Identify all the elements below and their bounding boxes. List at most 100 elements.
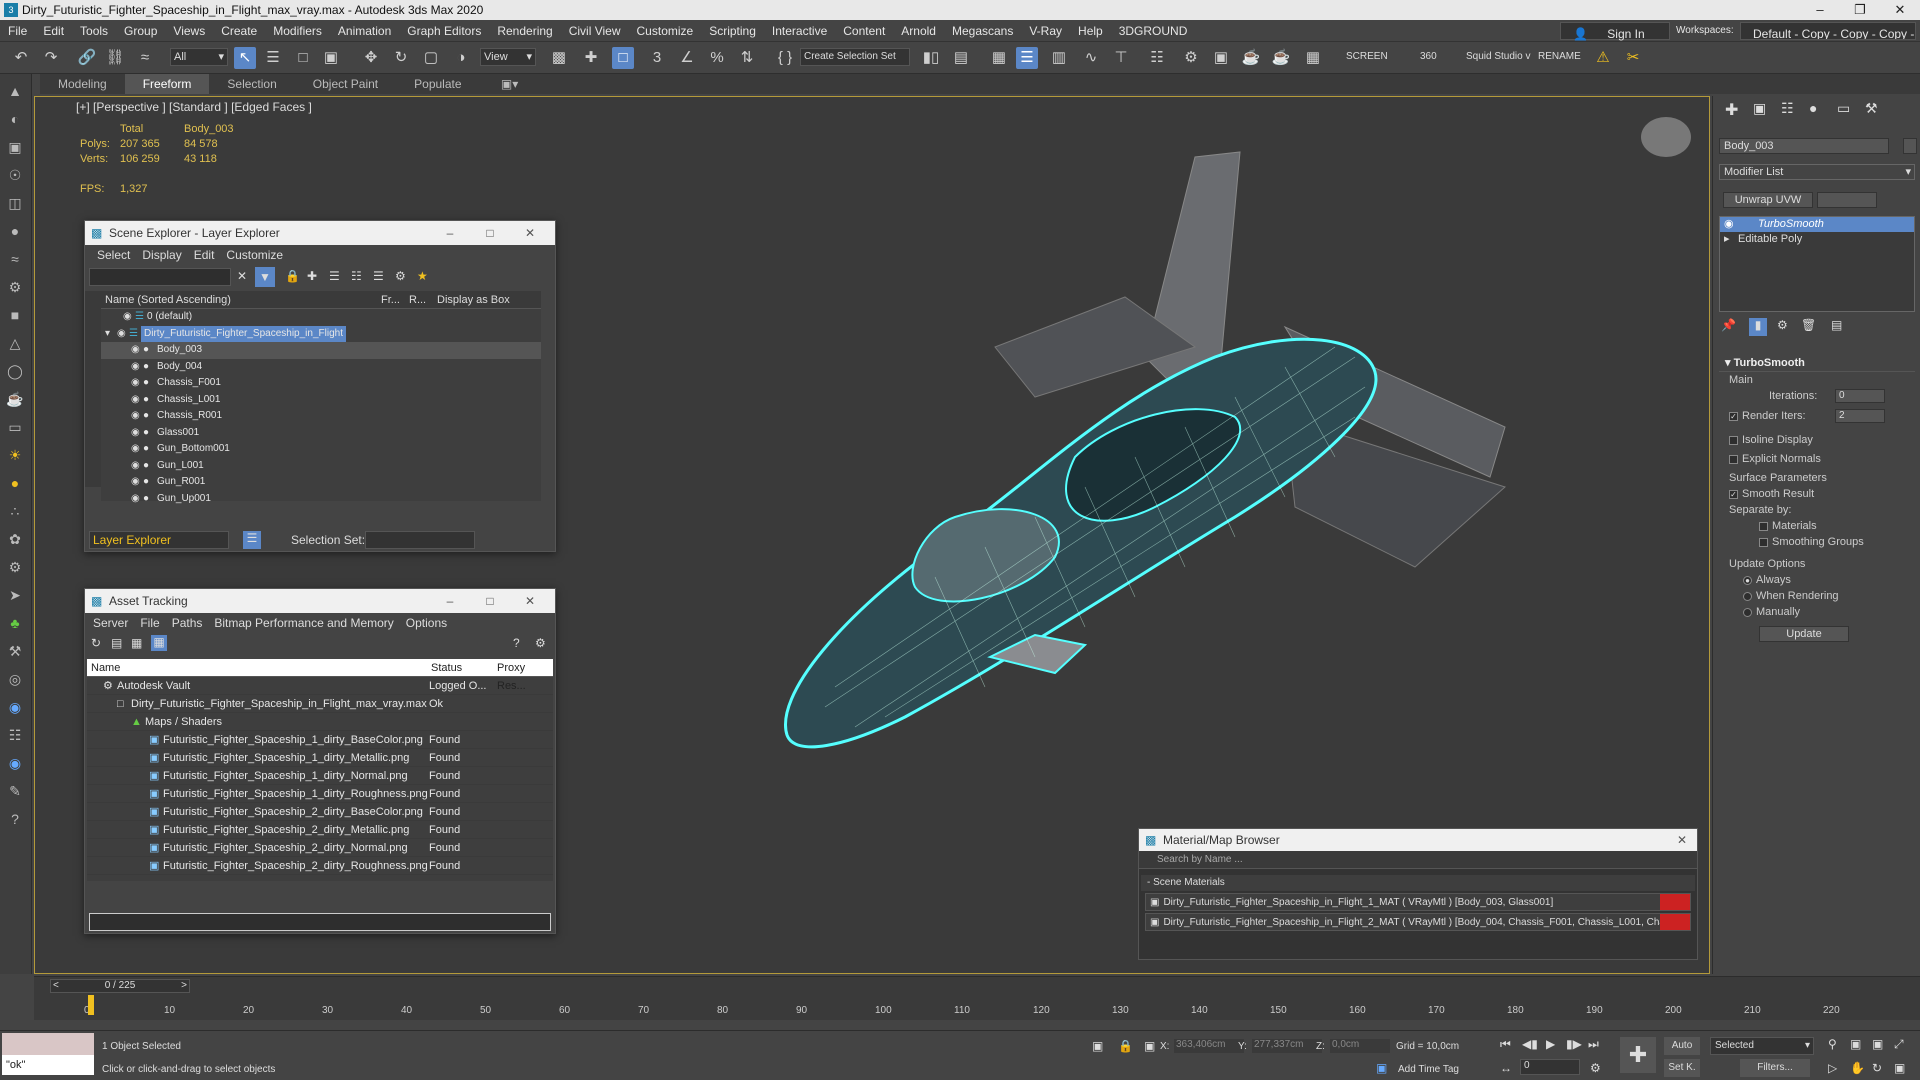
layers-icon[interactable]: ☰ <box>329 269 340 283</box>
select-object-icon[interactable]: ↖ <box>234 47 256 69</box>
render-setup-icon[interactable]: ⚙ <box>1180 47 1202 69</box>
tree-row[interactable]: ◉ ● Gun_Bottom001 <box>101 441 541 458</box>
make-unique-icon[interactable]: ⚙ <box>1777 318 1788 332</box>
zoom-extents-icon[interactable]: ▣ <box>1872 1037 1883 1051</box>
create-tab-icon[interactable]: ✚ <box>1725 100 1738 120</box>
x-field[interactable]: 363,406cm <box>1174 1039 1244 1053</box>
always-radio[interactable]: ● <box>1743 575 1752 585</box>
smooth-result-checkbox[interactable]: ✓ <box>1729 489 1738 499</box>
menu-group[interactable]: Group <box>116 20 165 42</box>
prev-key-icon[interactable]: ◀▮ <box>1522 1037 1538 1051</box>
script-icon[interactable]: ✎ <box>4 780 26 802</box>
menu-civil-view[interactable]: Civil View <box>561 20 629 42</box>
asset-tracking-titlebar[interactable]: ▩ Asset Tracking – □ ✕ <box>85 589 555 613</box>
scale-icon[interactable]: ▢ <box>420 47 442 69</box>
eye-icon[interactable]: ◉ <box>131 425 140 442</box>
menu-rendering[interactable]: Rendering <box>489 20 560 42</box>
rendered-frame-icon[interactable]: ▣ <box>1210 47 1232 69</box>
key-mode-icon[interactable]: ↔ <box>1500 1061 1512 1075</box>
at-menu-options[interactable]: Options <box>400 613 453 633</box>
minimize-icon[interactable]: – <box>435 221 465 245</box>
zoom-all-icon[interactable]: ▣ <box>1850 1037 1861 1051</box>
timeline-cursor[interactable] <box>88 995 94 1015</box>
redo-icon[interactable]: ↷ <box>40 47 62 69</box>
next-frame-icon[interactable]: > <box>181 980 187 992</box>
percent-snap-icon[interactable]: % <box>706 47 728 69</box>
next-key-icon[interactable]: ▮▶ <box>1566 1037 1582 1051</box>
asset-path-field[interactable] <box>89 913 551 931</box>
lock-selection-icon[interactable]: 🔒 <box>1118 1039 1133 1053</box>
update-button[interactable]: Update <box>1759 626 1849 642</box>
globe-icon[interactable]: ◉ <box>4 696 26 718</box>
se-menu-customize[interactable]: Customize <box>220 245 289 265</box>
align-icon[interactable]: ▤ <box>950 47 972 69</box>
eye-icon[interactable]: ◉ <box>123 309 132 326</box>
iterations-spinner[interactable]: 0 <box>1835 389 1885 403</box>
pivot-center-icon[interactable]: ▩ <box>548 47 570 69</box>
smoothing-groups-checkbox[interactable] <box>1759 537 1768 547</box>
turbosmooth-header[interactable]: ▾ TurboSmooth <box>1719 354 1915 372</box>
eye-icon[interactable]: ◉ <box>131 458 140 475</box>
go-to-end-icon[interactable]: ⏭ <box>1588 1037 1599 1052</box>
menu-views[interactable]: Views <box>165 20 213 42</box>
clear-search-icon[interactable]: ✕ <box>237 269 247 283</box>
se-menu-select[interactable]: Select <box>91 245 136 265</box>
rect-select-region-icon[interactable]: □ <box>292 47 314 69</box>
menu-edit[interactable]: Edit <box>35 20 72 42</box>
teapot-icon[interactable]: ☕ <box>4 388 26 410</box>
tree-row[interactable]: ◉ ● Chassis_R001 <box>101 408 541 425</box>
eye-icon[interactable]: ◉ <box>1724 217 1734 232</box>
hierarchy-icon[interactable]: ⚙ <box>4 556 26 578</box>
set-key-large-icon[interactable]: ✚ <box>1620 1037 1656 1073</box>
go-to-start-icon[interactable]: ⏮ <box>1500 1037 1511 1052</box>
render-icon[interactable]: ☷ <box>4 724 26 746</box>
create-icon[interactable]: ▲ <box>4 80 26 102</box>
lock-icon[interactable]: 🔒 <box>285 269 300 283</box>
materials-checkbox[interactable] <box>1759 521 1768 531</box>
display-icon[interactable]: ◎ <box>4 668 26 690</box>
toggle-scene-explorer-icon[interactable]: ▦ <box>988 47 1010 69</box>
material-search[interactable]: Search by Name ... <box>1139 851 1697 869</box>
viewcube-icon[interactable] <box>1641 117 1691 157</box>
tree-row[interactable]: ◉ ● Chassis_L001 <box>101 392 541 409</box>
menu-file[interactable]: File <box>0 20 35 42</box>
menu-interactive[interactable]: Interactive <box>764 20 835 42</box>
select-by-name-icon[interactable]: ☰ <box>262 47 284 69</box>
expand-icon[interactable]: ▾ <box>105 326 110 343</box>
material-item[interactable]: ▣ Dirty_Futuristic_Fighter_Spaceship_in_F… <box>1145 893 1691 911</box>
help-icon[interactable]: ? <box>4 808 26 830</box>
material-item[interactable]: ▣ Dirty_Futuristic_Fighter_Spaceship_in_F… <box>1145 913 1691 931</box>
settings-icon[interactable]: ⚙ <box>395 269 406 283</box>
workspace-dropdown[interactable]: Default - Copy - Copy - Copy - Copy <box>1740 22 1916 40</box>
z-field[interactable]: 0,0cm <box>1330 1039 1390 1053</box>
window-crossing-icon[interactable]: ▣ <box>320 47 342 69</box>
filters-button[interactable]: Filters... <box>1740 1059 1810 1077</box>
at-menu-file[interactable]: File <box>134 613 165 633</box>
keyboard-shortcut-override-icon[interactable]: □ <box>612 47 634 69</box>
light-bulb-icon[interactable]: ● <box>4 472 26 494</box>
asset-row[interactable]: ▲ Maps / Shaders <box>87 713 553 731</box>
asset-row[interactable]: ▣ Futuristic_Fighter_Spaceship_1_dirty_Ba… <box>87 731 553 749</box>
warp-icon[interactable]: ≈ <box>4 248 26 270</box>
zoom-icon[interactable]: ⚲ <box>1828 1037 1837 1051</box>
scissors-icon[interactable]: ✂ <box>1622 47 1644 69</box>
asset-row[interactable]: ▣ Futuristic_Fighter_Spaceship_1_dirty_Ro… <box>87 785 553 803</box>
walkthrough-icon[interactable]: ▣ <box>1894 1061 1905 1075</box>
eye-icon[interactable]: ◉ <box>131 342 140 359</box>
cameras-icon[interactable]: ▣ <box>4 136 26 158</box>
unwrap-uvw-button[interactable]: Unwrap UVW <box>1723 192 1813 208</box>
selection-filter-dropdown[interactable]: All ▾ <box>170 48 228 66</box>
sun-icon[interactable]: ☀ <box>4 444 26 466</box>
selection-set-dropdown[interactable] <box>365 531 475 549</box>
toggle-ribbon-icon[interactable]: ▥ <box>1048 47 1070 69</box>
stack-icon[interactable]: ☰ <box>373 269 384 283</box>
asset-row[interactable]: ▣ Futuristic_Fighter_Spaceship_2_dirty_Me… <box>87 821 553 839</box>
menu-help[interactable]: Help <box>1070 20 1111 42</box>
eye-icon[interactable]: ◉ <box>131 441 140 458</box>
tree-row[interactable]: ▾ ◉ ☰ Dirty_Futuristic_Fighter_Spaceship_in… <box>101 325 541 343</box>
tab-modeling[interactable]: Modeling <box>40 74 125 94</box>
scene-explorer-titlebar[interactable]: ▩ Scene Explorer - Layer Explorer – □ ✕ <box>85 221 555 245</box>
close-icon[interactable]: ✕ <box>515 589 545 613</box>
screen-label[interactable]: SCREEN <box>1346 51 1388 62</box>
hierarchy-icon[interactable]: ☷ <box>351 269 362 283</box>
